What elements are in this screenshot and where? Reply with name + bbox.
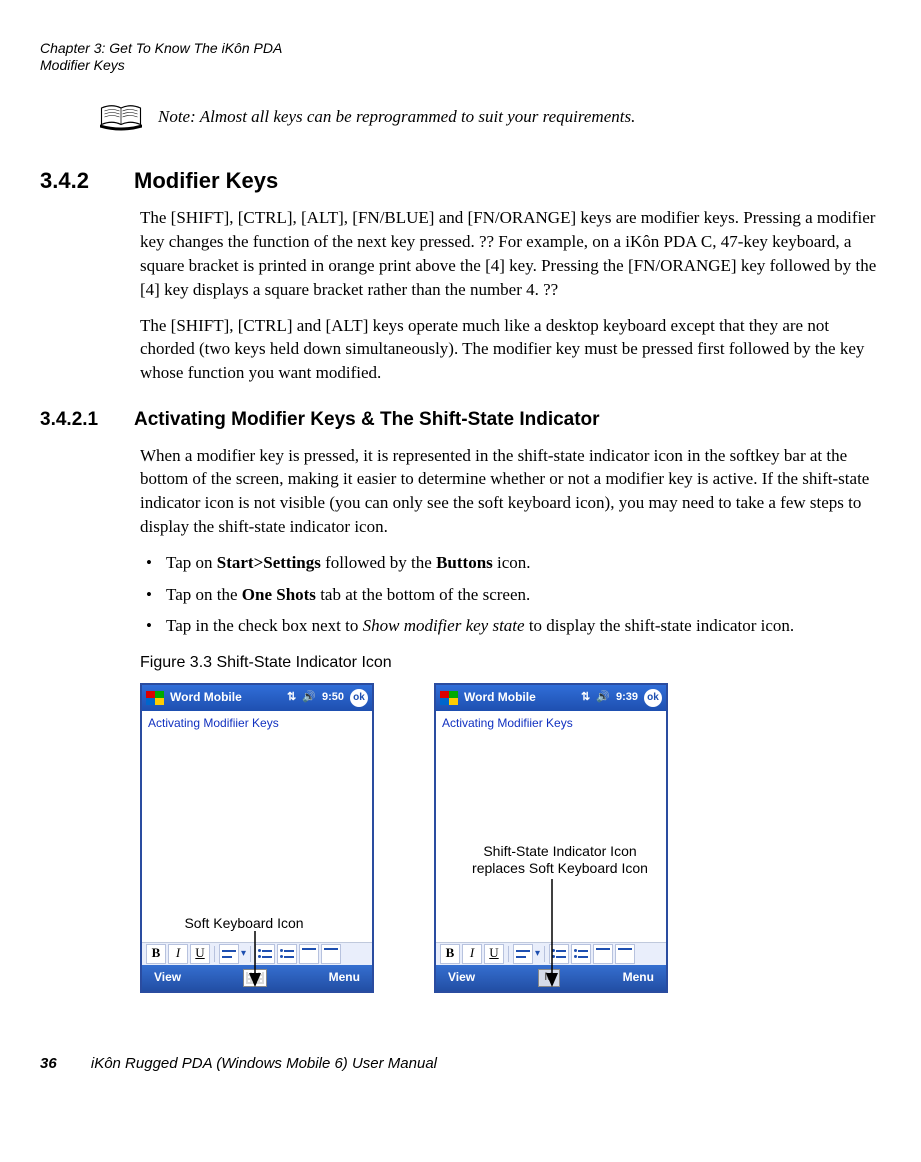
app-title: Word Mobile [464,689,536,706]
screenshot-right: Word Mobile ⇅ 🔊 9:39 ok Activating Modif… [434,683,668,993]
numbered-list-button[interactable] [549,944,569,964]
softkey-menu[interactable]: Menu [623,969,654,986]
note-block: Note: Almost all keys can be reprogramme… [98,102,881,132]
para-342-2: The [SHIFT], [CTRL] and [ALT] keys opera… [140,314,881,385]
text: tab at the bottom of the screen. [316,585,530,604]
chapter-line: Chapter 3: Get To Know The iKôn PDA [40,40,881,57]
text: icon. [493,553,531,572]
indent-button[interactable] [615,944,635,964]
subheading-title: Activating Modifier Keys & The Shift-Sta… [134,409,600,430]
heading-number: 3.4.2 [40,166,134,197]
connectivity-icon[interactable]: ⇅ [287,690,296,705]
softkey-menu[interactable]: Menu [329,969,360,986]
list-item: Tap in the check box next to Show modifi… [140,614,881,638]
heading-title: Modifier Keys [134,168,278,193]
document-area[interactable]: Activating Modifiier Keys [142,711,372,942]
numbered-list-button[interactable] [255,944,275,964]
softkey-view[interactable]: View [448,969,475,986]
format-toolbar: B I U ▾ [142,942,372,965]
ok-button[interactable]: ok [644,689,662,707]
bold-button[interactable]: B [146,944,166,964]
list-item: Tap on the One Shots tab at the bottom o… [140,583,881,607]
heading-3-4-2-1: 3.4.2.1Activating Modifier Keys & The Sh… [40,407,881,434]
shift-state-indicator-icon[interactable]: M [538,969,560,987]
italic-button[interactable]: I [168,944,188,964]
underline-button[interactable]: U [190,944,210,964]
document-area[interactable]: Activating Modifiier Keys [436,711,666,942]
indent-button[interactable] [321,944,341,964]
list-item: Tap on Start>Settings followed by the Bu… [140,551,881,575]
connectivity-icon[interactable]: ⇅ [581,690,590,705]
bold-text: Buttons [436,553,493,572]
figure-body: Word Mobile ⇅ 🔊 9:50 ok Activating Modif… [140,683,700,1013]
section-line: Modifier Keys [40,57,881,74]
titlebar: Word Mobile ⇅ 🔊 9:50 ok [142,685,372,711]
softkey-bar: View Menu [142,965,372,991]
italic-text: Show modifier key state [363,616,525,635]
speaker-icon[interactable]: 🔊 [596,690,610,705]
speaker-icon[interactable]: 🔊 [302,690,316,705]
page-footer: 36 iKôn Rugged PDA (Windows Mobile 6) Us… [40,1053,881,1074]
note-text: Note: Almost all keys can be reprogramme… [158,105,635,129]
heading-3-4-2: 3.4.2Modifier Keys [40,166,881,197]
bulleted-list-button[interactable] [277,944,297,964]
align-button[interactable] [219,944,239,964]
bold-text: One Shots [242,585,316,604]
manual-title: iKôn Rugged PDA (Windows Mobile 6) User … [91,1055,437,1072]
para-3421-1: When a modifier key is pressed, it is re… [140,444,881,539]
underline-button[interactable]: U [484,944,504,964]
titlebar: Word Mobile ⇅ 🔊 9:39 ok [436,685,666,711]
callout-soft-keyboard: Soft Keyboard Icon [144,915,344,933]
callout-shift-state: Shift-State Indicator Icon replaces Soft… [445,843,675,878]
softkey-view[interactable]: View [154,969,181,986]
format-toolbar: B I U ▾ [436,942,666,965]
softkey-bar: View M Menu [436,965,666,991]
text: Tap on the [166,585,242,604]
running-header: Chapter 3: Get To Know The iKôn PDA Modi… [40,40,881,74]
bulleted-list-button[interactable] [571,944,591,964]
text: to display the shift-state indicator ico… [525,616,795,635]
subheading-number: 3.4.2.1 [40,407,134,434]
soft-keyboard-icon[interactable] [243,969,267,987]
outdent-button[interactable] [299,944,319,964]
text: followed by the [321,553,436,572]
dropdown-arrow-icon[interactable]: ▾ [241,947,246,961]
start-flag-icon[interactable] [440,691,458,705]
document-text: Activating Modifiier Keys [442,716,573,730]
bold-button[interactable]: B [440,944,460,964]
para-342-1: The [SHIFT], [CTRL], [ALT], [FN/BLUE] an… [140,206,881,301]
clock-time[interactable]: 9:50 [322,690,344,705]
open-book-icon [98,102,144,132]
outdent-button[interactable] [593,944,613,964]
bullet-list: Tap on Start>Settings followed by the Bu… [140,551,881,638]
ok-button[interactable]: ok [350,689,368,707]
text: Tap on [166,553,217,572]
bold-text: Start>Settings [217,553,321,572]
start-flag-icon[interactable] [146,691,164,705]
align-button[interactable] [513,944,533,964]
screenshot-left: Word Mobile ⇅ 🔊 9:50 ok Activating Modif… [140,683,374,993]
clock-time[interactable]: 9:39 [616,690,638,705]
dropdown-arrow-icon[interactable]: ▾ [535,947,540,961]
document-text: Activating Modifiier Keys [148,716,279,730]
page-number: 36 [40,1055,57,1072]
figure-caption: Figure 3.3 Shift-State Indicator Icon [140,652,881,674]
app-title: Word Mobile [170,689,242,706]
text: Tap in the check box next to [166,616,363,635]
italic-button[interactable]: I [462,944,482,964]
